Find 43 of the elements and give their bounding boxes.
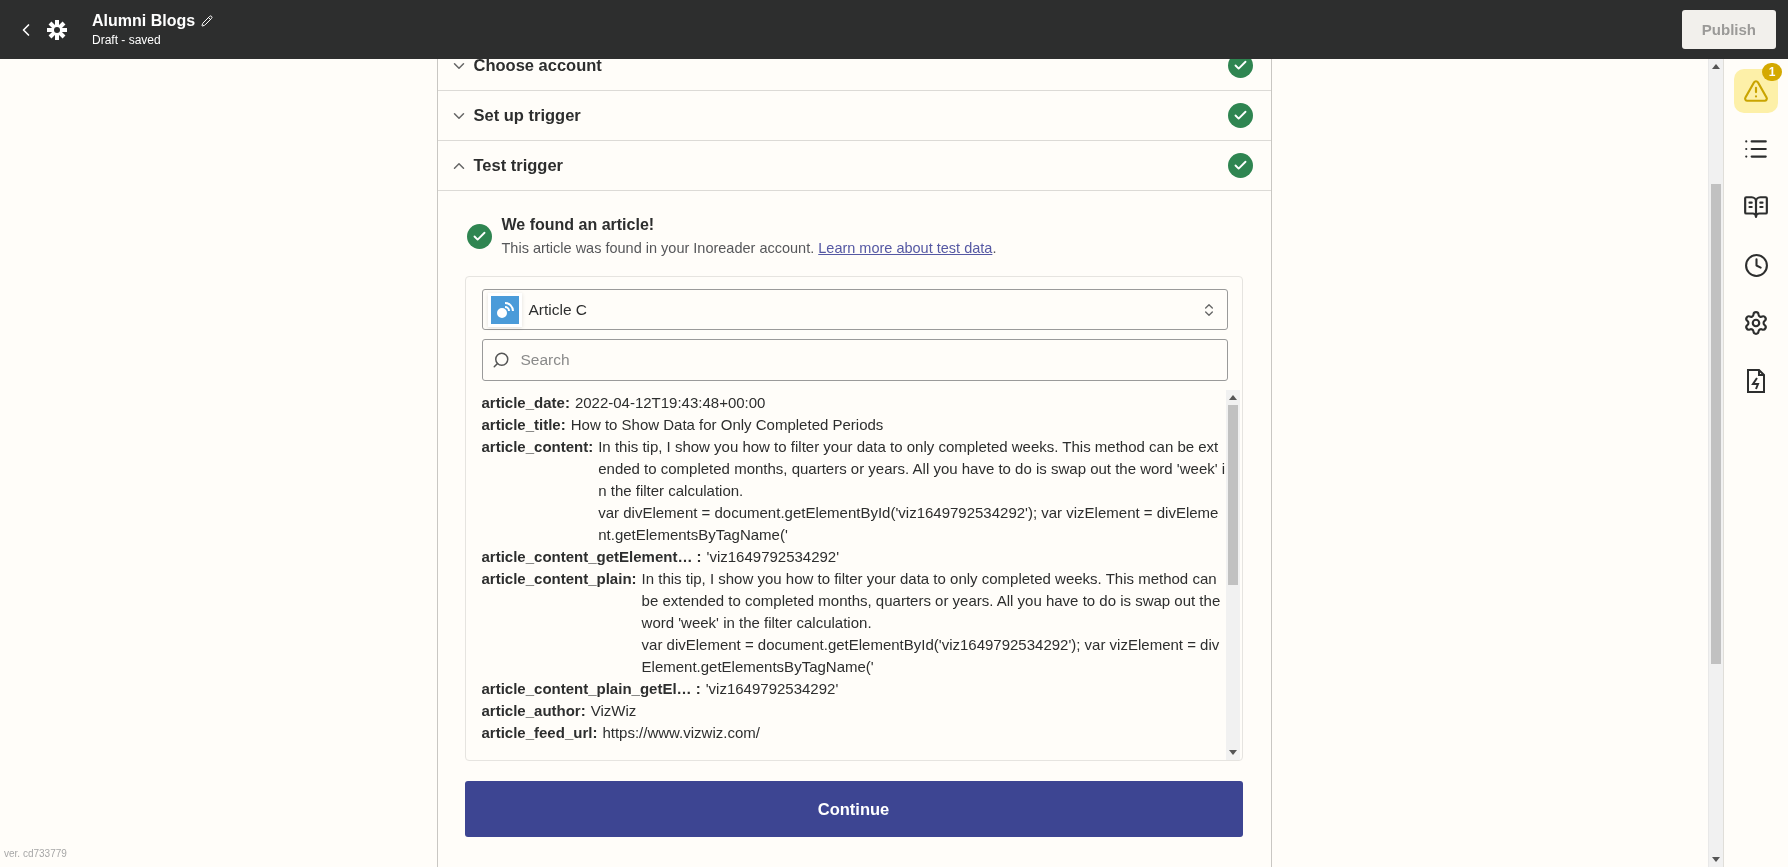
list-scrollbar[interactable] <box>1225 390 1240 760</box>
result-message: This article was found in your Inoreader account. Learn more about test data. <box>501 240 997 256</box>
field-value: var divElement = document.getElementById('viz1649792534292'); var vizElement = divElement.getElementsByTagName(' <box>641 635 1221 677</box>
step-title[interactable]: Set up trigger <box>473 106 1222 125</box>
zap-title: Alumni Blogs <box>92 12 196 30</box>
result-title: We found an article! <box>501 216 656 234</box>
clock-icon <box>1743 252 1769 278</box>
field-key: article_content_getElement… : <box>481 546 702 568</box>
settings-icon <box>1743 310 1769 336</box>
field-value: https://www.vizwiz.com/ <box>602 723 761 743</box>
field-key: article_feed_url: <box>481 722 598 744</box>
field-value: 2022-04-12T19:43:48+00:00 <box>574 393 767 413</box>
rss-app-icon <box>490 295 519 324</box>
field-key: article_content_plain_getEl… : <box>481 678 701 700</box>
field-key: article_date: <box>481 392 570 414</box>
field-value: 'viz1649792534292' <box>706 547 841 567</box>
record-select[interactable]: Article C <box>481 289 1228 330</box>
count-badge: 1 <box>1762 63 1782 81</box>
search-icon <box>491 351 510 369</box>
success-icon <box>466 223 492 249</box>
field-value: How to Show Data for Only Completed Periods <box>570 415 885 435</box>
field-key: article_author: <box>481 700 586 722</box>
edit-icon[interactable] <box>201 15 214 27</box>
field-value: VizWiz <box>590 701 638 721</box>
field-value: var divElement = document.getElementById('viz1649792534292'); var vizElement = divElement.getElementsByTagName(' <box>598 503 1220 545</box>
continue-button[interactable]: Continue <box>464 781 1243 837</box>
step-title[interactable]: Choose account <box>473 59 1222 75</box>
file-bolt-icon <box>1744 368 1768 394</box>
page-scrollbar[interactable] <box>1708 59 1723 867</box>
field-value: In this tip, I show you how to filter your data to only completed weeks. This method can be extended to completed months, quarters or years. All you have to do is swap out the word 'week' in the filter calculation. <box>598 437 1226 501</box>
asterisk-logo-icon <box>46 18 68 41</box>
field-key: article_title: <box>481 414 566 436</box>
field-key: article_content_plain: <box>481 568 637 678</box>
field-value: In this tip, I show you how to filter your data to only completed weeks. This method can be extended to completed months, quarters or years. All you have to do is swap out the word 'week' in the filter calculation. <box>641 569 1222 633</box>
field-value: 'viz1649792534292' <box>705 679 840 699</box>
search-field[interactable]: Search <box>481 339 1228 381</box>
field-key: article_content: <box>481 436 594 546</box>
step-title[interactable]: Test trigger <box>473 156 1222 175</box>
version-label: ver. cd733779 <box>4 848 67 859</box>
save-status: Draft - saved <box>92 33 162 47</box>
learn-more-link[interactable]: Learn more about test data <box>818 240 993 256</box>
warning-icon <box>1743 78 1769 104</box>
book-icon <box>1743 194 1769 220</box>
